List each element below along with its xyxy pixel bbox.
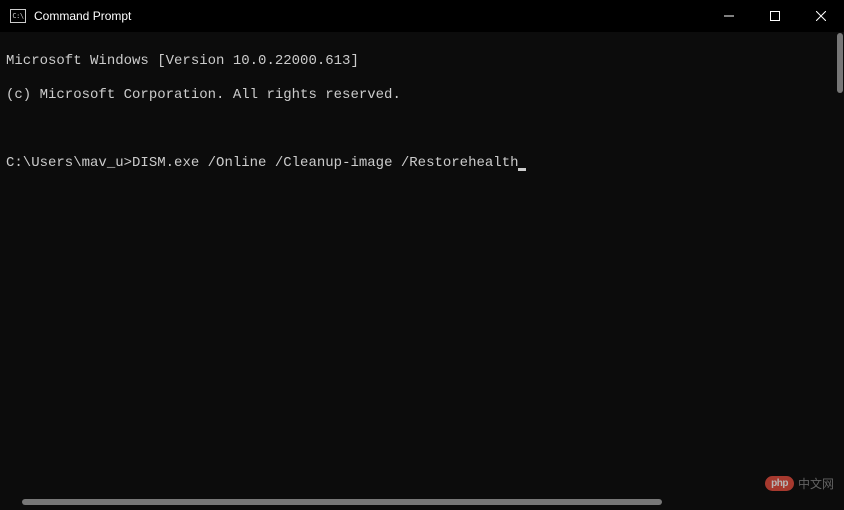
horizontal-scrollbar-thumb[interactable]	[22, 499, 662, 505]
terminal-body[interactable]: Microsoft Windows [Version 10.0.22000.61…	[0, 32, 844, 510]
vertical-scrollbar[interactable]	[837, 33, 843, 93]
titlebar-left: C:\ Command Prompt	[10, 9, 131, 23]
titlebar: C:\ Command Prompt	[0, 0, 844, 32]
blank-line	[6, 121, 838, 138]
minimize-icon	[724, 11, 734, 21]
typed-command: DISM.exe /Online /Cleanup-image /Restore…	[132, 155, 518, 171]
maximize-icon	[770, 11, 780, 21]
command-prompt-icon: C:\	[10, 9, 26, 23]
text-cursor	[518, 168, 526, 171]
horizontal-scrollbar-track[interactable]	[6, 498, 824, 506]
window-title: Command Prompt	[34, 9, 131, 23]
close-icon	[816, 11, 826, 21]
maximize-button[interactable]	[752, 0, 798, 32]
minimize-button[interactable]	[706, 0, 752, 32]
output-line: (c) Microsoft Corporation. All rights re…	[6, 87, 838, 104]
output-line: Microsoft Windows [Version 10.0.22000.61…	[6, 53, 838, 70]
close-button[interactable]	[798, 0, 844, 32]
app-icon-text: C:\	[12, 12, 23, 20]
prompt-path: C:\Users\mav_u>	[6, 155, 132, 171]
prompt-line: C:\Users\mav_u>DISM.exe /Online /Cleanup…	[6, 155, 838, 172]
window-controls	[706, 0, 844, 32]
